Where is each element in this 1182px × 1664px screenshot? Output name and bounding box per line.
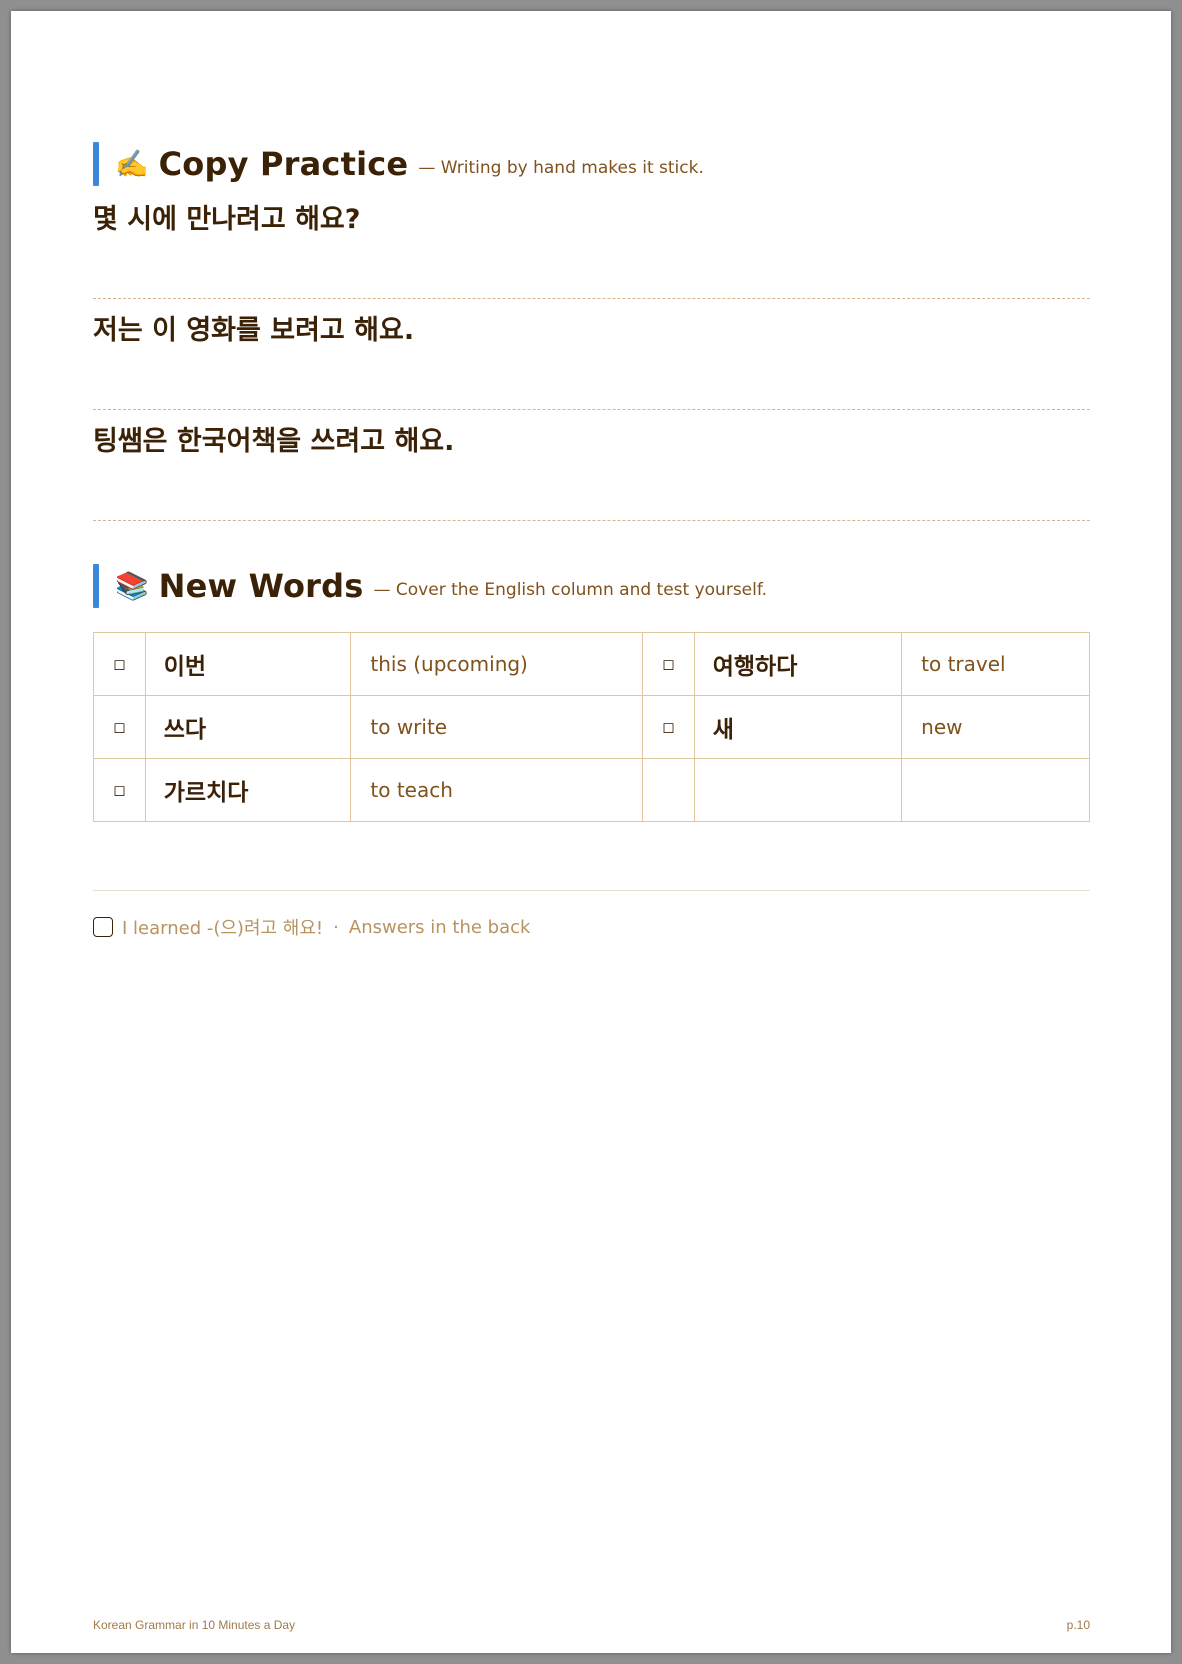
table-row: ◻ 이번 this (upcoming) ◻ 여행하다 to travel (93, 632, 1090, 696)
korean-word: 쓰다 (144, 695, 352, 759)
new-words-title: New Words (158, 567, 364, 605)
heading-accent-bar (93, 142, 99, 186)
practice-sentence-2: 저는 이 영화를 보려고 해요. (93, 315, 415, 346)
empty-cell (641, 758, 695, 822)
practice-line-1[interactable]: 몇 시에 만나려고 해요? (93, 197, 1090, 299)
book-title-footer: Korean Grammar in 10 Minutes a Day (93, 1618, 296, 1632)
english-meaning: new (901, 695, 1090, 759)
answers-note: Answers in the back (348, 916, 531, 938)
word-checkbox[interactable]: ◻ (93, 632, 146, 696)
english-meaning: this (upcoming) (350, 632, 643, 696)
practice-sentence-1: 몇 시에 만나려고 해요? (93, 204, 361, 235)
korean-word: 이번 (144, 632, 352, 696)
copy-practice-subtitle: — Writing by hand makes it stick. (418, 158, 704, 178)
writing-hand-icon: ✍️ (115, 148, 149, 180)
copy-practice-title: Copy Practice (158, 145, 409, 183)
english-meaning: to travel (901, 632, 1090, 696)
new-words-subtitle: — Cover the English column and test your… (373, 580, 768, 600)
table-row: ◻ 가르치다 to teach (93, 758, 1090, 822)
learned-text: I learned -(으)려고 해요! (122, 918, 324, 939)
heading-accent-bar (93, 564, 99, 608)
english-meaning: to teach (350, 758, 643, 822)
page-number: p.10 (1066, 1618, 1090, 1632)
worksheet-page: ✍️ Copy Practice — Writing by hand makes… (11, 11, 1171, 1653)
korean-word: 여행하다 (693, 632, 903, 696)
korean-word: 가르치다 (144, 758, 352, 822)
practice-line-2[interactable]: 저는 이 영화를 보려고 해요. (93, 308, 1090, 410)
english-meaning: to write (350, 695, 643, 759)
korean-word: 새 (693, 695, 903, 759)
learned-checklist: I learned -(으)려고 해요! · Answers in the ba… (93, 910, 530, 944)
learned-checkbox[interactable] (93, 917, 113, 937)
practice-line-3[interactable]: 팅쌤은 한국어책을 쓰려고 해요. (93, 419, 1090, 521)
vocab-table: ◻ 이번 this (upcoming) ◻ 여행하다 to travel ◻ … (93, 632, 1090, 822)
empty-cell (901, 758, 1090, 822)
practice-sentence-3: 팅쌤은 한국어책을 쓰려고 해요. (93, 426, 455, 457)
word-checkbox[interactable]: ◻ (93, 758, 146, 822)
footer-separator: · (333, 916, 339, 938)
copy-practice-heading: ✍️ Copy Practice — Writing by hand makes… (93, 141, 1090, 187)
footer-divider (93, 890, 1090, 891)
word-checkbox[interactable]: ◻ (93, 695, 146, 759)
new-words-heading: 📚 New Words — Cover the English column a… (93, 563, 1090, 609)
empty-cell (693, 758, 903, 822)
word-checkbox[interactable]: ◻ (641, 695, 695, 759)
books-icon: 📚 (115, 570, 149, 602)
table-row: ◻ 쓰다 to write ◻ 새 new (93, 695, 1090, 759)
word-checkbox[interactable]: ◻ (641, 632, 695, 696)
